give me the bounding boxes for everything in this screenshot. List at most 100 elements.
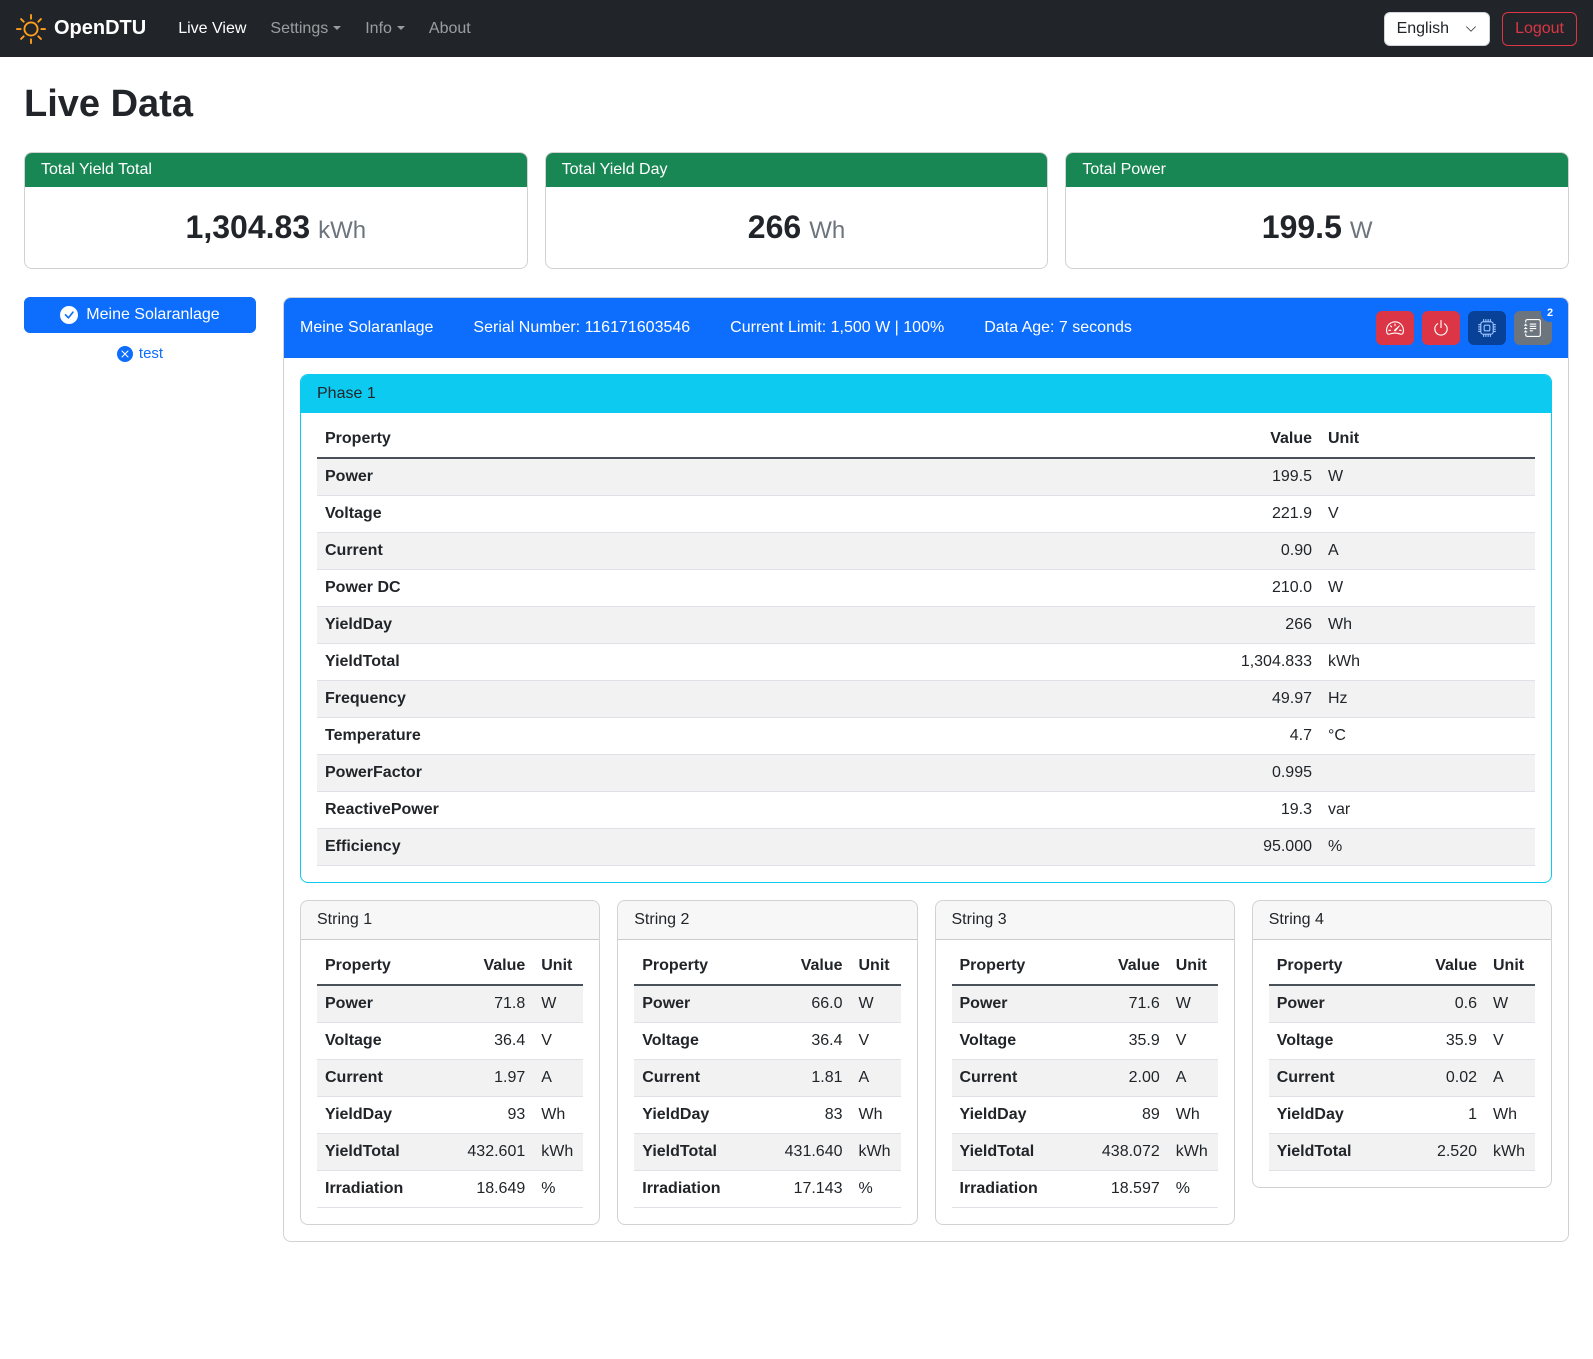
table-row: YieldTotal2.520kWh: [1269, 1134, 1535, 1171]
property-cell: Power: [634, 985, 776, 1023]
table-row: YieldTotal431.640kWh: [634, 1134, 900, 1171]
property-cell: Current: [1269, 1060, 1413, 1097]
property-cell: YieldDay: [634, 1097, 776, 1134]
value-cell: 71.6: [1094, 985, 1168, 1023]
value-cell: 1: [1413, 1097, 1485, 1134]
table-row: Power DC210.0W: [317, 570, 1535, 607]
string-card-title: String 3: [936, 901, 1234, 940]
unit-cell: var: [1320, 792, 1535, 829]
journal-text-icon: [1524, 319, 1542, 337]
table-row: Current2.00A: [952, 1060, 1218, 1097]
inverter-panel-header: Meine Solaranlage Serial Number: 1161716…: [284, 298, 1568, 358]
string-table: Property Value Unit Power66.0WVoltage36.…: [634, 948, 900, 1208]
value-cell: 0.6: [1413, 985, 1485, 1023]
top-navbar: OpenDTU Live View Settings Info About En…: [0, 0, 1593, 57]
limit-settings-button[interactable]: [1376, 311, 1414, 345]
phase-card-title: Phase 1: [301, 375, 1551, 413]
unit-cell: Wh: [851, 1097, 901, 1134]
event-log-button[interactable]: 2: [1514, 311, 1552, 345]
value-cell: 95.000: [1190, 829, 1320, 866]
column-header-value: Value: [1094, 948, 1168, 985]
unit-cell: [1320, 755, 1535, 792]
string-card-title: String 2: [618, 901, 916, 940]
summary-card-title: Total Power: [1066, 153, 1568, 187]
unit-cell: V: [1320, 496, 1535, 533]
property-cell: YieldDay: [1269, 1097, 1413, 1134]
power-icon: [1432, 319, 1450, 337]
column-header-property: Property: [1269, 948, 1413, 985]
unit-cell: V: [533, 1023, 583, 1060]
unit-cell: Wh: [1168, 1097, 1218, 1134]
value-cell: 93: [459, 1097, 533, 1134]
value-cell: 1.97: [459, 1060, 533, 1097]
inverter-sidebar: Meine Solaranlage test: [24, 297, 256, 362]
phase-card-body: Property Value Unit Power199.5WVoltage22…: [301, 413, 1551, 882]
x-circle-icon: [117, 346, 133, 362]
column-header-property: Property: [317, 948, 459, 985]
summary-unit: kWh: [318, 217, 366, 244]
sidebar-item-test[interactable]: test: [24, 345, 256, 362]
table-row: Current1.97A: [317, 1060, 583, 1097]
page-container: Live Data Total Yield Total 1,304.83kWh …: [0, 57, 1593, 1270]
nav-item-about[interactable]: About: [417, 12, 483, 46]
value-cell: 18.597: [1094, 1171, 1168, 1208]
nav-item-settings[interactable]: Settings: [258, 12, 353, 46]
summary-cards-row: Total Yield Total 1,304.83kWh Total Yiel…: [24, 152, 1569, 269]
phase-table: Property Value Unit Power199.5WVoltage22…: [317, 421, 1535, 866]
value-cell: 438.072: [1094, 1134, 1168, 1171]
table-row: PowerFactor0.995: [317, 755, 1535, 792]
summary-card-body: 1,304.83kWh: [25, 187, 527, 268]
property-cell: Power: [952, 985, 1094, 1023]
string-card-body: Property Value Unit Power71.6WVoltage35.…: [936, 940, 1234, 1224]
brand-label: OpenDTU: [54, 17, 146, 40]
unit-cell: W: [1485, 985, 1535, 1023]
property-cell: Power: [317, 985, 459, 1023]
navbar-right: English Logout: [1384, 12, 1577, 46]
value-cell: 1.81: [777, 1060, 851, 1097]
inverter-name: Meine Solaranlage: [300, 319, 433, 337]
unit-cell: %: [1320, 829, 1535, 866]
value-cell: 89: [1094, 1097, 1168, 1134]
power-button[interactable]: [1422, 311, 1460, 345]
check-circle-icon: [60, 306, 78, 324]
value-cell: 36.4: [459, 1023, 533, 1060]
summary-card-title: Total Yield Total: [25, 153, 527, 187]
table-row: Current0.90A: [317, 533, 1535, 570]
table-header-row: Property Value Unit: [317, 421, 1535, 458]
page-title: Live Data: [24, 83, 1569, 126]
property-cell: ReactivePower: [317, 792, 1190, 829]
value-cell: 1,304.833: [1190, 644, 1320, 681]
device-settings-button[interactable]: [1468, 311, 1506, 345]
language-select[interactable]: English: [1384, 12, 1490, 46]
unit-cell: Wh: [1485, 1097, 1535, 1134]
content-row: Meine Solaranlage test Meine Solaranlage…: [24, 297, 1569, 1242]
property-cell: YieldDay: [952, 1097, 1094, 1134]
column-header-value: Value: [1413, 948, 1485, 985]
unit-cell: W: [851, 985, 901, 1023]
logout-button[interactable]: Logout: [1502, 12, 1577, 46]
value-cell: 431.640: [777, 1134, 851, 1171]
sidebar-item-inverter[interactable]: Meine Solaranlage: [24, 297, 256, 333]
brand-link[interactable]: OpenDTU: [16, 14, 146, 44]
sun-icon: [16, 14, 46, 44]
unit-cell: kWh: [533, 1134, 583, 1171]
language-value: English: [1397, 20, 1449, 38]
property-cell: Power DC: [317, 570, 1190, 607]
property-cell: Irradiation: [317, 1171, 459, 1208]
column-header-property: Property: [317, 421, 1190, 458]
unit-cell: V: [1168, 1023, 1218, 1060]
unit-cell: W: [1168, 985, 1218, 1023]
table-row: YieldDay83Wh: [634, 1097, 900, 1134]
unit-cell: %: [851, 1171, 901, 1208]
serial-number: Serial Number: 116171603546: [473, 319, 690, 337]
phase-card: Phase 1 Property Value Unit Power199.5WV…: [300, 374, 1552, 883]
nav-item-live-view[interactable]: Live View: [166, 12, 258, 46]
property-cell: YieldTotal: [317, 644, 1190, 681]
unit-cell: A: [1168, 1060, 1218, 1097]
nav-item-info[interactable]: Info: [353, 12, 417, 46]
table-row: YieldTotal438.072kWh: [952, 1134, 1218, 1171]
table-row: Power71.6W: [952, 985, 1218, 1023]
nav-links: Live View Settings Info About: [166, 12, 483, 46]
current-limit: Current Limit: 1,500 W | 100%: [730, 319, 944, 337]
summary-value: 199.5: [1262, 209, 1342, 245]
